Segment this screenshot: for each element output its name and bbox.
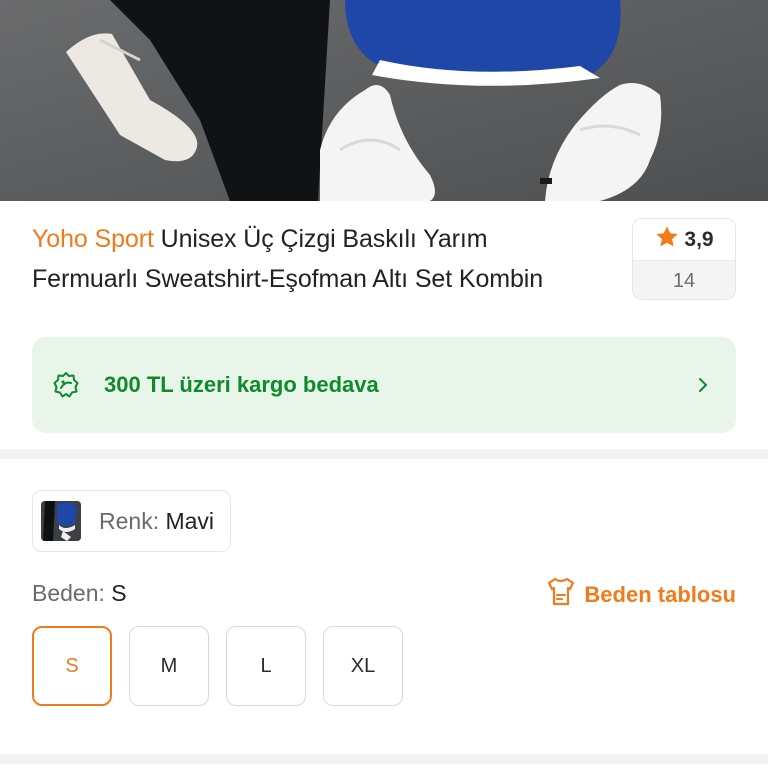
- color-key: Renk:: [99, 507, 160, 534]
- free-shipping-text: 300 TL üzeri kargo bedava: [104, 372, 379, 397]
- chevron-right-icon: [696, 375, 710, 395]
- brand-link[interactable]: Yoho Sport: [32, 225, 154, 253]
- free-shipping-banner[interactable]: 300 TL üzeri kargo bedava: [32, 337, 736, 433]
- section-divider: [0, 449, 768, 459]
- size-selected-value: S: [111, 580, 127, 606]
- rating-summary[interactable]: 3,9 14: [632, 218, 736, 300]
- size-option-xl[interactable]: XL: [323, 626, 403, 706]
- product-image[interactable]: [0, 0, 768, 201]
- size-label: Beden: S: [32, 580, 127, 607]
- size-option-l[interactable]: L: [226, 626, 306, 706]
- product-title-line2: Fermuarlı Sweatshirt-Eşofman Altı Set Ko…: [32, 265, 544, 293]
- color-selector[interactable]: Renk: Mavi: [32, 490, 232, 552]
- section-divider: [0, 754, 768, 764]
- size-key: Beden:: [32, 580, 105, 606]
- color-thumbnail: [41, 501, 81, 541]
- rating-score: 3,9: [684, 227, 714, 251]
- size-chart-icon: [546, 576, 576, 614]
- color-value: Mavi: [165, 507, 215, 534]
- rating-count: 14: [633, 260, 735, 299]
- color-label: Renk: Mavi: [99, 508, 214, 535]
- star-icon: [654, 224, 680, 255]
- size-option-s[interactable]: S: [32, 626, 112, 706]
- size-option-m[interactable]: M: [129, 626, 209, 706]
- discount-badge-icon: [52, 371, 80, 399]
- size-options: S M L XL: [32, 626, 403, 706]
- size-chart-label: Beden tablosu: [584, 582, 736, 607]
- product-title-line1: Unisex Üç Çizgi Baskılı Yarım: [153, 225, 488, 253]
- size-chart-link[interactable]: Beden tablosu: [546, 576, 736, 614]
- product-title: Yoho Sport Unisex Üç Çizgi Baskılı Yarım…: [32, 219, 622, 299]
